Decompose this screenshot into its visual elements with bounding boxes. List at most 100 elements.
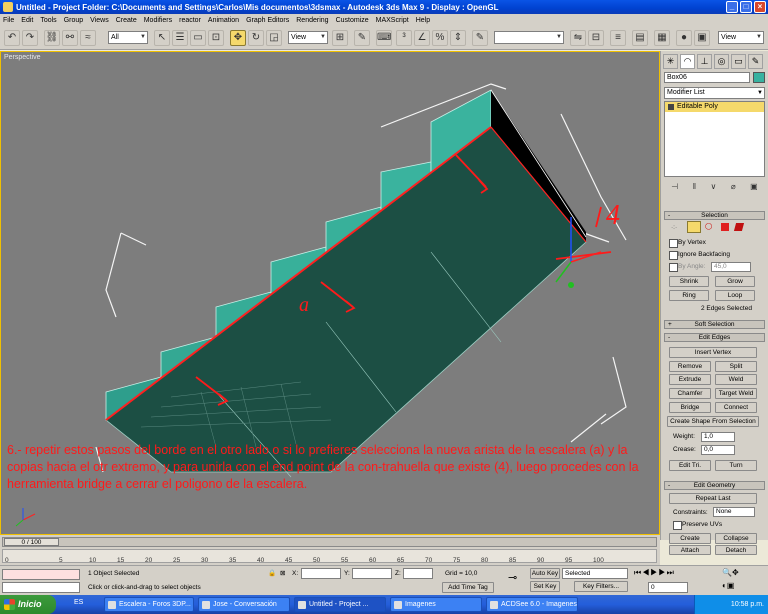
shrink-button[interactable]: Shrink (669, 276, 709, 287)
taskbar-item[interactable]: Escalera - Foros 3DP... (104, 597, 194, 612)
split-button[interactable]: Split (715, 361, 757, 372)
collapse-button[interactable]: Collapse (715, 533, 757, 544)
manipulate-icon[interactable]: ✎ (354, 30, 370, 46)
edit-edges-rollout-header[interactable]: - Edit Edges (664, 333, 765, 342)
pin-stack-icon[interactable]: ⊣ (671, 182, 678, 194)
maximize-button[interactable]: □ (740, 1, 752, 13)
link-icon[interactable]: ⛓ (44, 30, 60, 46)
polygon-level-icon[interactable] (721, 223, 729, 231)
selection-filter-select[interactable]: All (108, 31, 148, 44)
arc-rotate-icon[interactable]: ◐▣ (722, 582, 734, 590)
zoom-icon[interactable]: 🔍✥ (722, 569, 739, 577)
menu-help[interactable]: Help (416, 17, 430, 24)
schematic-view-icon[interactable]: ▦ (654, 30, 670, 46)
display-tab-icon[interactable]: ▭ (731, 54, 746, 69)
scale-icon[interactable]: ◲ (266, 30, 282, 46)
select-object-icon[interactable]: ↖ (154, 30, 170, 46)
menu-maxscript[interactable]: MAXScript (376, 17, 409, 24)
border-level-icon[interactable]: ◯ (705, 223, 712, 231)
create-shape-button[interactable]: Create Shape From Selection (667, 416, 759, 427)
soft-selection-rollout-header[interactable]: + Soft Selection (664, 320, 765, 329)
window-crossing-icon[interactable]: ⊡ (208, 30, 224, 46)
selection-rollout-header[interactable]: - Selection (664, 211, 765, 220)
remove-modifier-icon[interactable]: ⌀ (731, 182, 736, 194)
rect-selection-icon[interactable]: ▭ (190, 30, 206, 46)
weight-spinner[interactable]: 1,0 (701, 432, 735, 442)
ring-button[interactable]: Ring (669, 290, 709, 301)
lock-icon[interactable]: 🔒 (268, 570, 276, 578)
vertex-level-icon[interactable]: ·:· (671, 224, 677, 232)
show-end-result-icon[interactable]: ‖ (693, 182, 696, 194)
curve-editor-icon[interactable]: ▤ (632, 30, 648, 46)
current-frame-field[interactable]: 0 (648, 582, 688, 593)
reference-coord-select[interactable]: View (288, 31, 328, 44)
loop-button[interactable]: Loop (715, 290, 755, 301)
perspective-viewport[interactable]: Perspective a 4 6.- repetir estos pasos … (0, 51, 660, 535)
edit-tri-button[interactable]: Edit Tri. (669, 460, 711, 471)
turn-button[interactable]: Turn (715, 460, 757, 471)
x-coord-field[interactable] (301, 568, 341, 579)
spinner-snap-icon[interactable]: ⇕ (450, 30, 466, 46)
start-button[interactable]: Inicio (0, 595, 56, 614)
language-indicator[interactable]: ES (74, 599, 83, 606)
time-slider[interactable]: 0 / 100 (2, 537, 657, 547)
render-scene-icon[interactable]: ▣ (694, 30, 710, 46)
make-unique-icon[interactable]: ∨ (710, 182, 716, 194)
close-button[interactable]: × (754, 1, 766, 13)
utilities-tab-icon[interactable]: ✎ (748, 54, 763, 69)
time-slider-thumb[interactable]: 0 / 100 (4, 538, 59, 546)
named-selection-select[interactable] (494, 31, 564, 44)
keyboard-shortcut-icon[interactable]: ⌨ (376, 30, 392, 46)
menu-reactor[interactable]: reactor (179, 17, 201, 24)
create-button[interactable]: Create (669, 533, 711, 544)
unlink-icon[interactable]: ⚯ (62, 30, 78, 46)
maxscript-listener[interactable] (2, 569, 80, 580)
align-icon[interactable]: ⊟ (588, 30, 604, 46)
remove-button[interactable]: Remove (669, 361, 711, 372)
hierarchy-tab-icon[interactable]: ⊥ (697, 54, 712, 69)
menu-file[interactable]: File (3, 17, 14, 24)
menu-animation[interactable]: Animation (208, 17, 239, 24)
menu-create[interactable]: Create (116, 17, 137, 24)
render-type-select[interactable]: View (718, 31, 764, 44)
object-name-field[interactable]: Box06 (664, 72, 750, 83)
snap-icon[interactable]: ³ (396, 30, 412, 46)
percent-snap-icon[interactable]: % (432, 30, 448, 46)
playback-controls-icon[interactable]: ⏮◀▶▶⏭ (634, 569, 675, 577)
layer-manager-icon[interactable]: ≡ (610, 30, 626, 46)
redo-icon[interactable]: ↷ (22, 30, 38, 46)
chamfer-button[interactable]: Chamfer (669, 388, 711, 399)
repeat-last-button[interactable]: Repeat Last (669, 493, 757, 504)
menu-edit[interactable]: Edit (21, 17, 33, 24)
preserve-uvs-checkbox[interactable]: Preserve UVs (673, 521, 722, 530)
mirror-icon[interactable]: ⇋ (570, 30, 586, 46)
element-level-icon[interactable] (733, 223, 745, 231)
clock[interactable]: 10:58 p.m. (731, 601, 764, 608)
bind-space-warp-icon[interactable]: ≈ (80, 30, 96, 46)
bridge-button[interactable]: Bridge (669, 402, 711, 413)
by-vertex-checkbox[interactable]: By Vertex (669, 239, 706, 248)
by-angle-checkbox[interactable]: By Angle: (669, 263, 705, 272)
z-coord-field[interactable] (403, 568, 433, 579)
stack-item-editable-poly[interactable]: Editable Poly (665, 102, 764, 112)
constraints-select[interactable]: None (713, 507, 755, 517)
menu-views[interactable]: Views (90, 17, 109, 24)
key-mode-select[interactable]: Selected (562, 568, 628, 579)
menu-modifiers[interactable]: Modifiers (144, 17, 172, 24)
edge-level-icon[interactable] (687, 221, 701, 233)
menu-customize[interactable]: Customize (336, 17, 369, 24)
menu-group[interactable]: Group (64, 17, 83, 24)
material-editor-icon[interactable]: ● (676, 30, 692, 46)
taskbar-item[interactable]: Jose - Conversación (198, 597, 290, 612)
insert-vertex-button[interactable]: Insert Vertex (669, 347, 757, 358)
minimize-button[interactable]: _ (726, 1, 738, 13)
absolute-mode-icon[interactable]: ⊠ (280, 570, 285, 578)
motion-tab-icon[interactable]: ◎ (714, 54, 729, 69)
by-angle-spinner[interactable]: 45,0 (711, 262, 751, 272)
grow-button[interactable]: Grow (715, 276, 755, 287)
track-bar[interactable]: 0 5 10 15 20 25 30 35 40 45 50 55 60 65 … (2, 549, 657, 564)
taskbar-item[interactable]: Untitled - Project ... (294, 597, 386, 612)
maxscript-listener-output[interactable] (2, 582, 80, 593)
menu-graph-editors[interactable]: Graph Editors (246, 17, 289, 24)
named-selection-icon[interactable]: ✎ (472, 30, 488, 46)
